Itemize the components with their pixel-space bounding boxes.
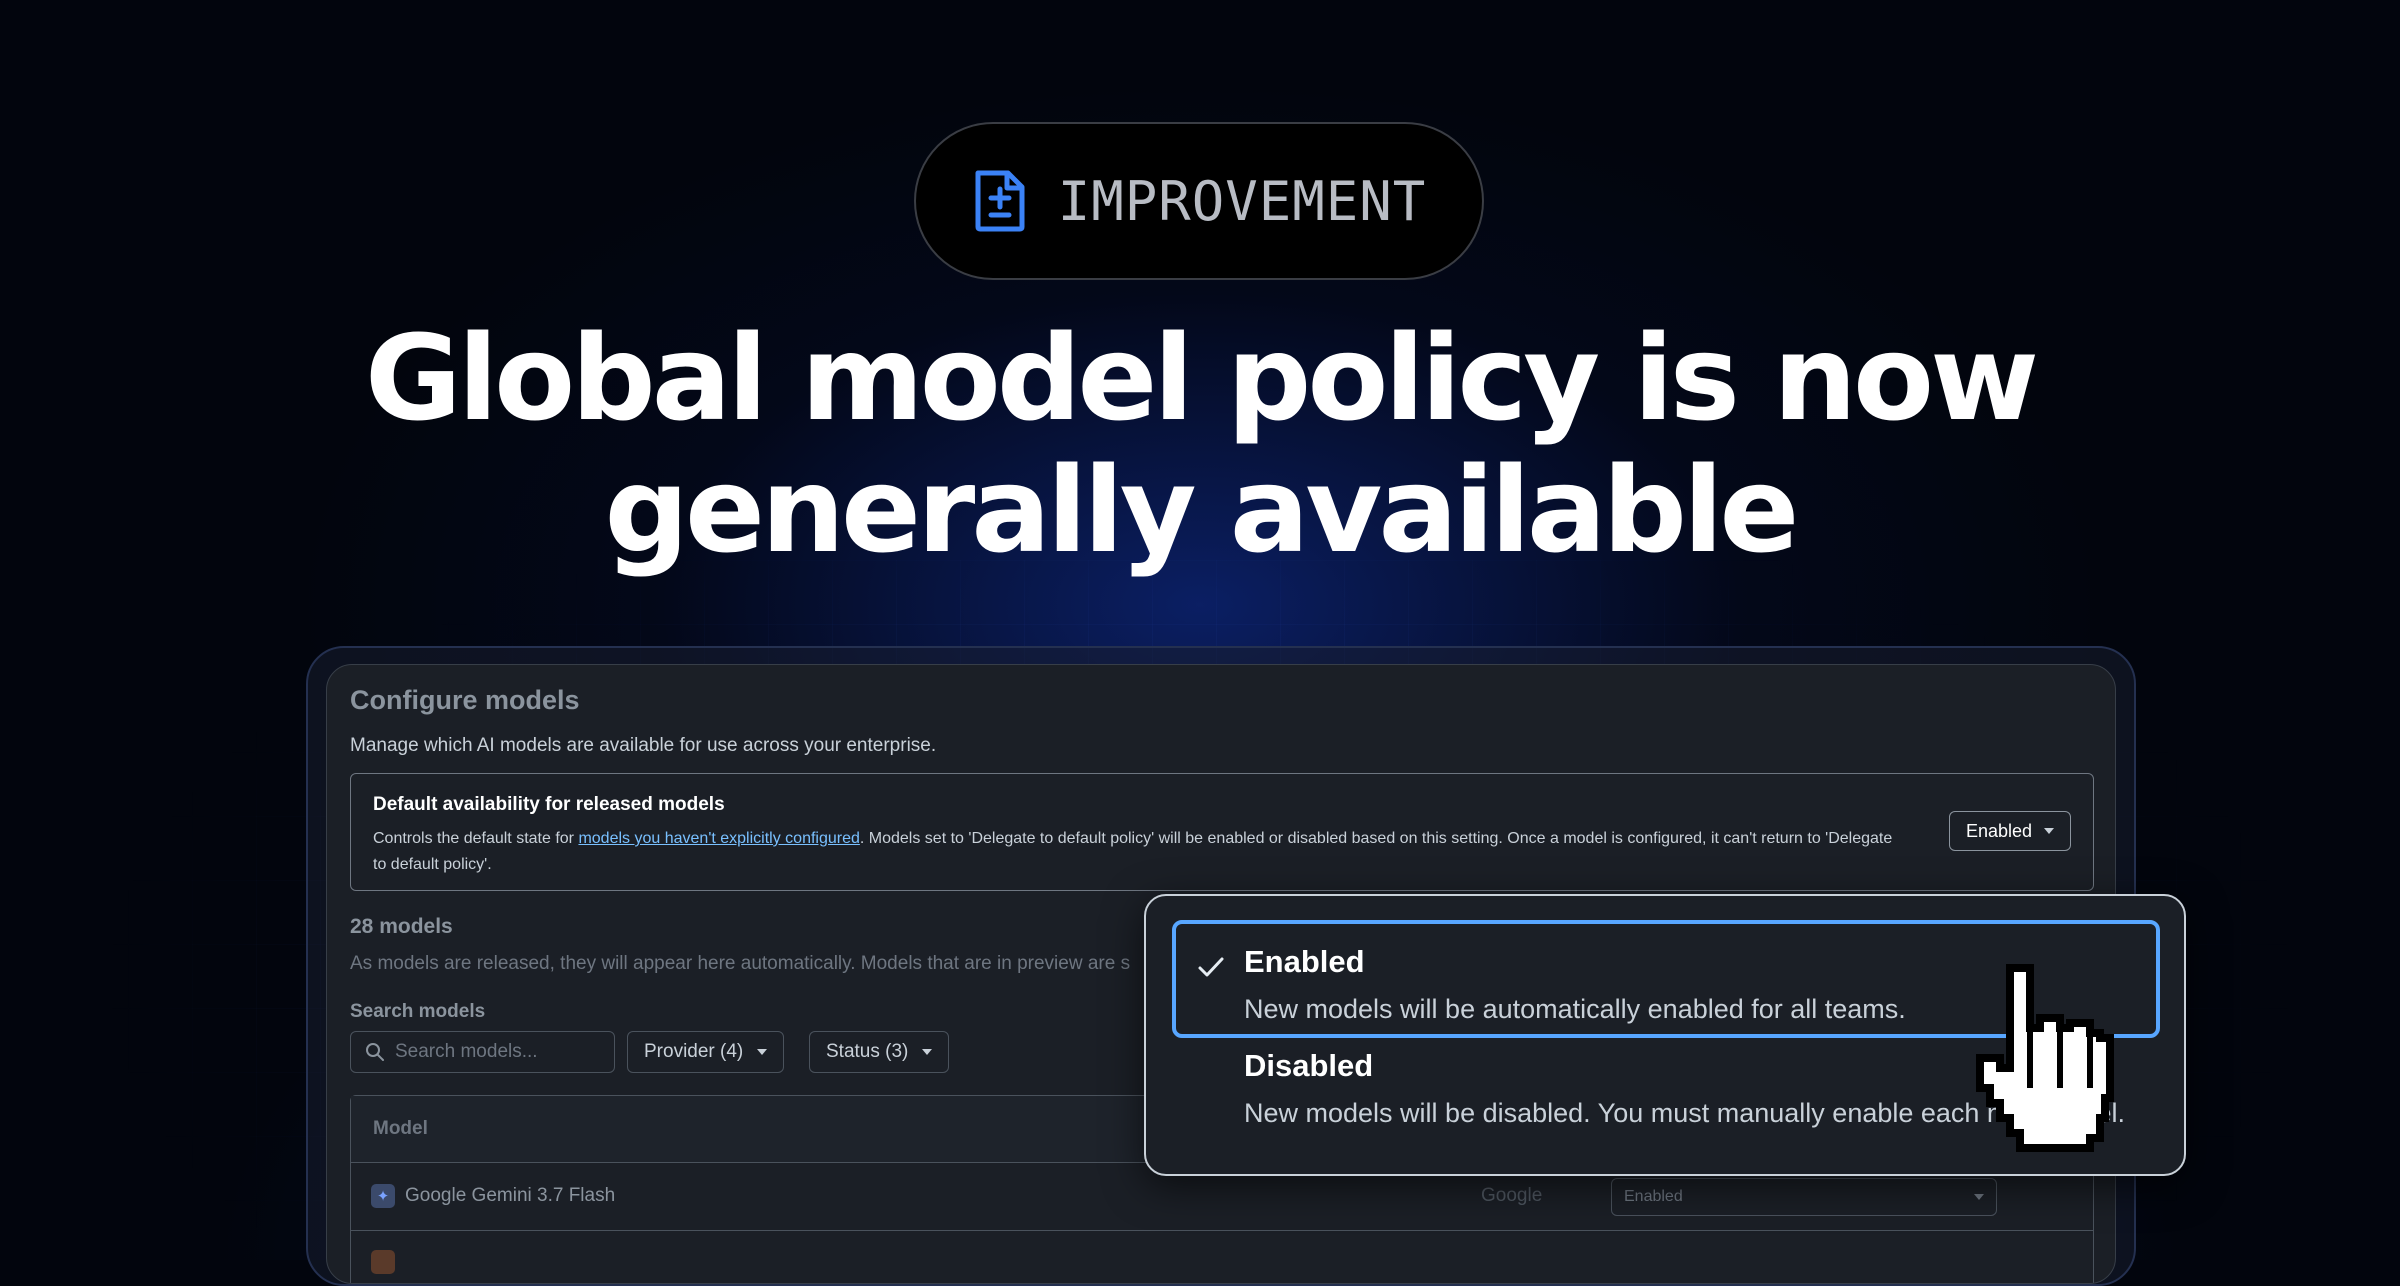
default-availability-box: Default availability for released models… xyxy=(350,773,2094,891)
caret-down-icon xyxy=(757,1049,768,1055)
hand-pointer-icon xyxy=(1976,964,2114,1152)
caret-down-icon xyxy=(1974,1194,1984,1200)
caret-down-icon xyxy=(2044,828,2054,834)
caret-down-icon xyxy=(922,1049,933,1055)
model-status-value: Enabled xyxy=(1624,1188,1683,1205)
status-filter-button[interactable]: Status (3) xyxy=(809,1031,950,1073)
panel-description: Manage which AI models are available for… xyxy=(350,735,937,756)
column-model-header: Model xyxy=(373,1118,428,1139)
search-icon xyxy=(366,1043,384,1061)
option-enabled-title: Enabled xyxy=(1244,944,1365,979)
table-row[interactable] xyxy=(351,1230,2093,1283)
models-description: As models are released, they will appear… xyxy=(350,953,1131,974)
default-text-before: Controls the default state for xyxy=(373,830,579,847)
status-filter-label: Status (3) xyxy=(826,1041,909,1062)
page-headline: Global model policy is now generally ava… xyxy=(0,312,2400,576)
check-icon xyxy=(1198,957,1224,977)
search-placeholder: Search models... xyxy=(395,1041,538,1062)
default-availability-value: Enabled xyxy=(1965,820,2032,841)
provider-filter-label: Provider (4) xyxy=(644,1041,744,1062)
option-enabled-description: New models will be automatically enabled… xyxy=(1244,994,1906,1024)
model-name: Google Gemini 3.7 Flash xyxy=(405,1185,616,1206)
provider-icon xyxy=(371,1250,395,1274)
option-disabled-title: Disabled xyxy=(1244,1048,1374,1083)
search-label: Search models xyxy=(350,1001,486,1022)
headline-line-1: Global model policy is now xyxy=(364,309,2039,447)
document-diff-icon xyxy=(972,169,1028,233)
headline-line-2: generally available xyxy=(604,441,1800,579)
unconfigured-models-link[interactable]: models you haven't explicitly configured xyxy=(578,830,859,847)
default-availability-select[interactable]: Enabled xyxy=(1948,811,2071,851)
model-status-select[interactable]: Enabled xyxy=(1611,1178,1997,1216)
models-count: 28 models xyxy=(350,915,453,938)
gemini-icon: ✦ xyxy=(371,1184,395,1208)
provider-filter-button[interactable]: Provider (4) xyxy=(627,1031,785,1073)
improvement-badge: IMPROVEMENT xyxy=(914,122,1484,280)
search-input[interactable]: Search models... xyxy=(350,1031,615,1073)
default-availability-text: Controls the default state for models yo… xyxy=(373,826,1893,878)
model-provider: Google xyxy=(1481,1185,1543,1206)
badge-label: IMPROVEMENT xyxy=(1057,169,1427,233)
default-availability-title: Default availability for released models xyxy=(373,794,725,815)
panel-title: Configure models xyxy=(350,685,580,715)
